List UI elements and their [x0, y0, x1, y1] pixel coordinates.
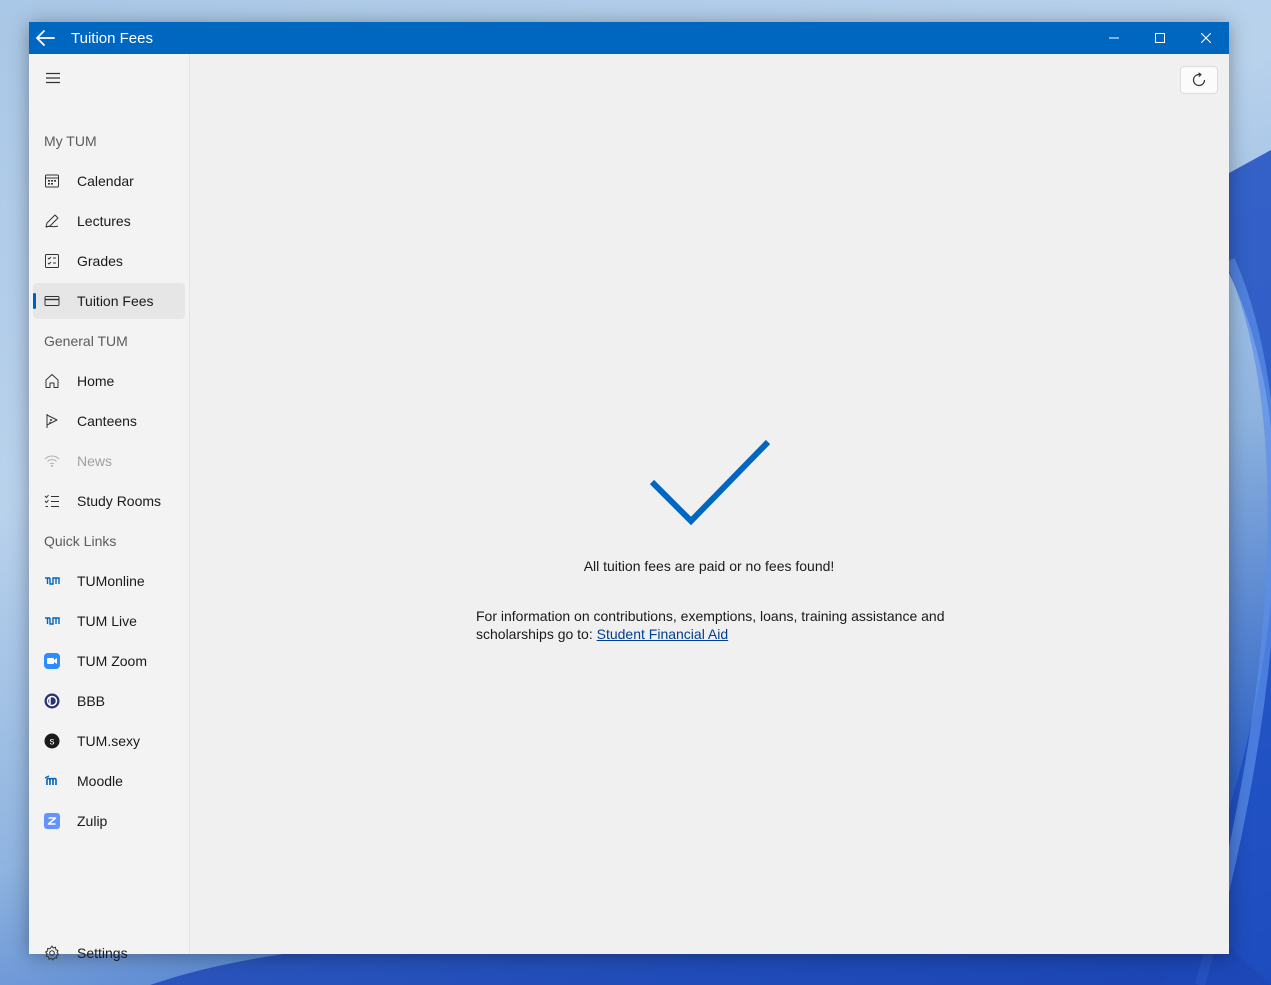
info-paragraph: For information on contributions, exempt… — [476, 607, 976, 643]
app-window: Tuition Fees My TUM Calendar Lectures Gr… — [29, 22, 1229, 961]
zulip-icon — [44, 813, 60, 829]
pen-icon — [44, 213, 60, 229]
card-icon — [44, 293, 60, 309]
refresh-button[interactable] — [1180, 66, 1218, 94]
nav-label: BBB — [77, 693, 106, 709]
nav-label: Zulip — [77, 813, 108, 829]
food-icon — [44, 413, 60, 429]
nav-label: TUM Live — [77, 613, 137, 629]
refresh-icon — [1192, 72, 1206, 87]
nav-item-tum-live[interactable]: TUM Live — [33, 603, 185, 639]
gear-icon — [44, 945, 60, 961]
navigation-pane: My TUM Calendar Lectures Grades Tuition … — [29, 54, 190, 961]
window-title: Tuition Fees — [71, 29, 153, 47]
minimize-icon — [1109, 37, 1119, 39]
nav-item-zulip[interactable]: Zulip — [33, 803, 185, 839]
calendar-icon — [44, 173, 60, 189]
section-header-general-tum: General TUM — [44, 333, 128, 349]
nav-item-canteens[interactable]: Canteens — [33, 403, 185, 439]
nav-item-home[interactable]: Home — [33, 363, 185, 399]
nav-label: Lectures — [77, 213, 131, 229]
nav-label: Home — [77, 373, 115, 389]
selection-indicator — [33, 293, 36, 309]
nav-label: News — [77, 453, 113, 469]
nav-item-news: News — [33, 443, 185, 479]
svg-text:s: s — [50, 737, 55, 748]
nav-label: Grades — [77, 253, 123, 269]
tum-logo-icon — [44, 573, 60, 589]
nav-item-calendar[interactable]: Calendar — [33, 163, 185, 199]
status-message: All tuition fees are paid or no fees fou… — [583, 558, 835, 574]
home-icon — [44, 373, 60, 389]
nav-label: Settings — [77, 945, 128, 961]
hamburger-menu-button[interactable] — [43, 70, 63, 86]
maximize-button[interactable] — [1137, 22, 1183, 54]
nav-label: Moodle — [77, 773, 123, 789]
maximize-icon — [1155, 33, 1165, 43]
section-header-my-tum: My TUM — [44, 133, 97, 149]
checklist-icon — [44, 493, 60, 509]
nav-label: TUMonline — [77, 573, 145, 589]
nav-item-grades[interactable]: Grades — [33, 243, 185, 279]
tum-logo-icon — [44, 613, 60, 629]
nav-item-tum-zoom[interactable]: TUM Zoom — [33, 643, 185, 679]
moodle-icon — [44, 773, 60, 789]
student-financial-aid-link[interactable]: Student Financial Aid — [597, 626, 729, 642]
grades-icon — [44, 253, 60, 269]
arrow-left-icon — [36, 30, 55, 46]
nav-label: TUM.sexy — [77, 733, 140, 749]
nav-item-lectures[interactable]: Lectures — [33, 203, 185, 239]
nav-item-study-rooms[interactable]: Study Rooms — [33, 483, 185, 519]
back-button[interactable] — [29, 22, 61, 54]
minimize-button[interactable] — [1091, 22, 1137, 54]
nav-item-moodle[interactable]: Moodle — [33, 763, 185, 799]
nav-item-bbb[interactable]: BBB — [33, 683, 185, 719]
tum-sexy-icon: s — [44, 733, 60, 749]
nav-label: Study Rooms — [77, 493, 162, 509]
nav-label: Calendar — [77, 173, 134, 189]
nav-label: TUM Zoom — [77, 653, 147, 669]
nav-item-tum-sexy[interactable]: s TUM.sexy — [33, 723, 185, 759]
title-bar: Tuition Fees — [29, 22, 1229, 54]
bbb-icon — [44, 693, 60, 709]
wifi-icon — [44, 453, 60, 469]
checkmark-icon — [649, 439, 771, 526]
nav-label: Tuition Fees — [77, 293, 154, 309]
hamburger-icon — [46, 72, 60, 84]
section-header-quick-links: Quick Links — [44, 533, 117, 549]
nav-label: Canteens — [77, 413, 137, 429]
nav-item-tuition-fees[interactable]: Tuition Fees — [33, 283, 185, 319]
close-button[interactable] — [1183, 22, 1229, 54]
nav-item-settings[interactable]: Settings — [33, 935, 185, 971]
zoom-icon — [44, 653, 60, 669]
window-controls — [1091, 22, 1229, 54]
nav-item-tumonline[interactable]: TUMonline — [33, 563, 185, 599]
close-icon — [1201, 33, 1211, 43]
